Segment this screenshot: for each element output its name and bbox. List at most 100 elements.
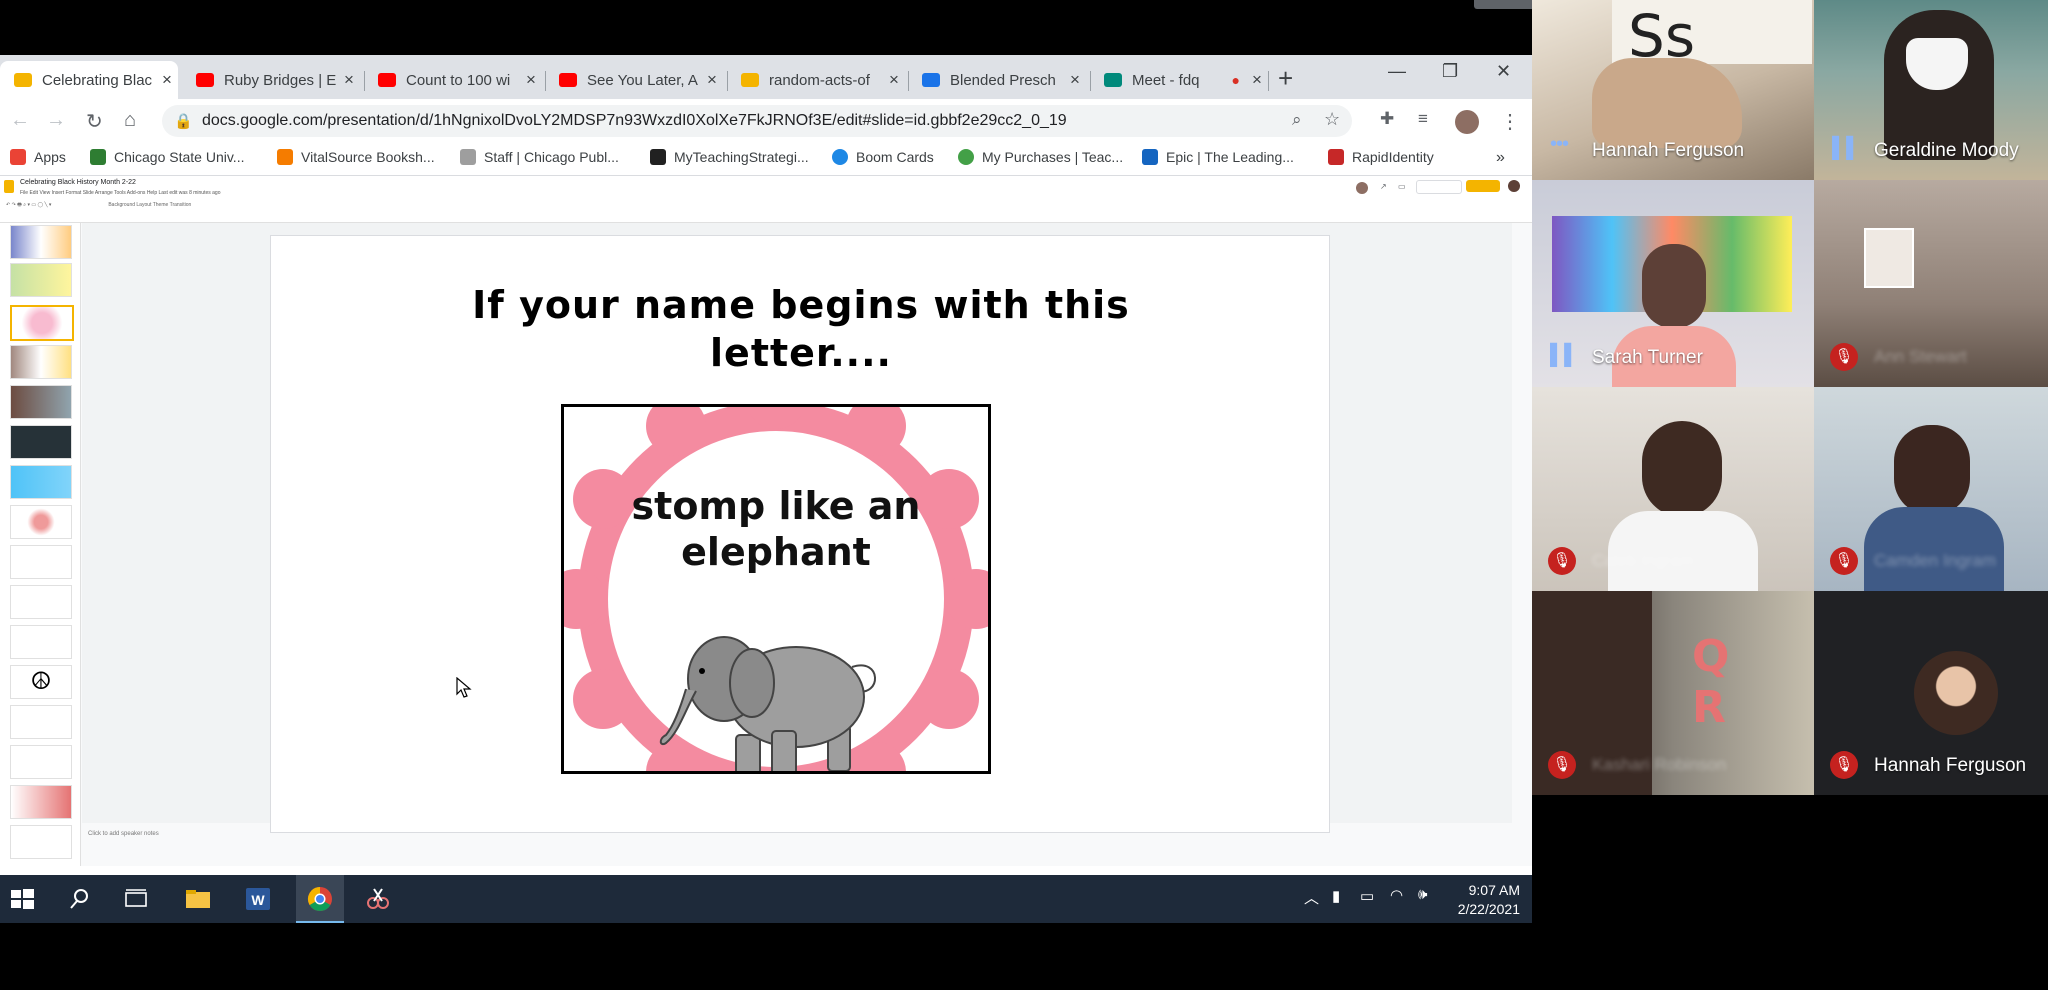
- reload-icon[interactable]: ↻: [86, 109, 103, 134]
- bookmark-rapididentity[interactable]: RapidIdentity: [1328, 149, 1434, 165]
- share-button[interactable]: [1466, 180, 1500, 192]
- wifi-icon[interactable]: ◠: [1390, 886, 1403, 904]
- more-bookmarks-button[interactable]: »: [1496, 149, 1505, 167]
- person-head: [1642, 244, 1706, 328]
- file-explorer-icon[interactable]: [184, 885, 212, 913]
- tab-blended-preschool[interactable]: Blended Presch ×: [908, 61, 1086, 99]
- slide-thumbnail[interactable]: [10, 263, 72, 297]
- rapididentity-icon: [1328, 149, 1344, 165]
- slides-logo-icon: [4, 180, 14, 193]
- document-title[interactable]: Celebrating Black History Month 2-22: [20, 179, 136, 186]
- speaker-notes[interactable]: Click to add speaker notes: [88, 831, 159, 837]
- bookmark-myteaching[interactable]: MyTeachingStrategi...: [650, 149, 809, 165]
- user-avatar[interactable]: [1508, 180, 1520, 192]
- tab-meet[interactable]: Meet - fdq ● ×: [1090, 61, 1268, 99]
- participant-tile-5[interactable]: 🎙 Caleb Ingram: [1532, 387, 1814, 591]
- slide-thumbnail[interactable]: ☮: [10, 665, 72, 699]
- slide-thumbnail[interactable]: [10, 465, 72, 499]
- forward-icon[interactable]: →: [46, 109, 66, 132]
- editing-toolbar[interactable]: ↶ ↷ 🖶 ⌕ ▾ ▭ ◯ ╲ ▾ Background Layout Them…: [6, 202, 191, 210]
- profile-avatar[interactable]: [1455, 110, 1479, 134]
- slide-thumbnail[interactable]: [10, 345, 72, 379]
- bookmark-epic[interactable]: Epic | The Leading...: [1142, 149, 1294, 165]
- clock-time: 9:07 AM: [1468, 882, 1520, 898]
- restore-icon[interactable]: ❐: [1442, 61, 1458, 82]
- windows-taskbar: W ︿ ▮ ▭ ◠ 🕪 9:07 AM 2/22/2021: [0, 875, 1532, 923]
- slide-thumbnail-selected[interactable]: [10, 305, 74, 341]
- home-icon[interactable]: ⌂: [124, 109, 136, 132]
- participant-name: Hannah Ferguson: [1592, 140, 1745, 161]
- slide-headline[interactable]: If your name begins with this letter....: [471, 281, 1131, 377]
- participant-name: Ann Stewart: [1874, 347, 1967, 366]
- close-window-icon[interactable]: ✕: [1496, 61, 1511, 82]
- zoom-icon[interactable]: ⌕: [1292, 110, 1302, 130]
- close-tab-icon[interactable]: ×: [520, 70, 542, 90]
- volume-icon[interactable]: 🕪: [1418, 886, 1427, 903]
- participant-tile-hannah-ferguson[interactable]: Ss ••• Hannah Ferguson: [1532, 0, 1814, 180]
- bookmark-star-icon[interactable]: ☆: [1324, 109, 1340, 130]
- tab-title: Ruby Bridges | E: [224, 71, 337, 89]
- participant-tile-sarah-turner[interactable]: ▌▌ Sarah Turner: [1532, 180, 1814, 387]
- activity-icon[interactable]: ↗: [1380, 182, 1387, 191]
- menu-bar[interactable]: File Edit View Insert Format Slide Arran…: [20, 190, 220, 196]
- tab-random-acts[interactable]: random-acts-of ×: [727, 61, 905, 99]
- snipping-tool-icon[interactable]: [364, 885, 392, 913]
- media-control-icon[interactable]: ≡: [1418, 109, 1428, 129]
- comments-icon[interactable]: ▭: [1398, 182, 1406, 191]
- search-icon[interactable]: [66, 885, 94, 913]
- close-tab-icon[interactable]: ×: [1064, 70, 1086, 90]
- tab-ruby-bridges[interactable]: Ruby Bridges | E ×: [182, 61, 360, 99]
- bookmark-my-purchases[interactable]: My Purchases | Teac...: [958, 149, 1123, 165]
- slide-thumbnail[interactable]: [10, 705, 72, 739]
- activity-card[interactable]: stomp like an elephant: [561, 404, 991, 774]
- present-button[interactable]: [1416, 180, 1462, 194]
- close-tab-icon[interactable]: ×: [1246, 70, 1268, 90]
- participant-tile-hannah-ferguson-self[interactable]: 🎙 Hannah Ferguson: [1814, 591, 2048, 795]
- bookmark-boom-cards[interactable]: Boom Cards: [832, 149, 934, 165]
- slide-thumbnail[interactable]: [10, 785, 72, 819]
- word-icon[interactable]: W: [244, 885, 272, 913]
- slide-thumbnail[interactable]: [10, 505, 72, 539]
- apps-grid-icon: [10, 149, 26, 165]
- tpt-icon: [958, 149, 974, 165]
- slide-thumbnail[interactable]: [10, 385, 72, 419]
- participant-tile-6[interactable]: 🎙 Camden Ingram: [1814, 387, 2048, 591]
- bookmark-apps[interactable]: Apps: [10, 149, 66, 165]
- bookmark-chicago-state[interactable]: Chicago State Univ...: [90, 149, 244, 165]
- chrome-taskbar-active[interactable]: [296, 875, 344, 923]
- omnibox[interactable]: 🔒 docs.google.com/presentation/d/1hNgnix…: [162, 105, 1352, 137]
- show-hidden-icons[interactable]: ︿: [1304, 887, 1319, 908]
- close-tab-icon[interactable]: ×: [701, 70, 723, 90]
- slide-thumbnail[interactable]: [10, 585, 72, 619]
- slide-thumbnail[interactable]: [10, 545, 72, 579]
- bookmark-vitalsource[interactable]: VitalSource Booksh...: [277, 149, 435, 165]
- slides-icon: [741, 73, 759, 87]
- tab-count-to-100[interactable]: Count to 100 wi ×: [364, 61, 542, 99]
- slide-thumbnail[interactable]: [10, 225, 72, 259]
- battery-icon[interactable]: ▭: [1360, 887, 1374, 905]
- extensions-icon[interactable]: ✚: [1380, 109, 1394, 129]
- system-clock[interactable]: 9:07 AM 2/22/2021: [1440, 881, 1520, 919]
- bookmark-cps-staff[interactable]: Staff | Chicago Publ...: [460, 149, 619, 165]
- participant-tile-7[interactable]: Q R 🎙 Kashari Robinson: [1532, 591, 1814, 795]
- minimize-icon[interactable]: —: [1388, 61, 1406, 82]
- tab-see-you-later[interactable]: See You Later, A ×: [545, 61, 723, 99]
- participant-tile-geraldine-moody[interactable]: ▌▌ Geraldine Moody: [1814, 0, 2048, 180]
- current-slide[interactable]: If your name begins with this letter....: [270, 235, 1330, 833]
- slide-thumbnail[interactable]: [10, 825, 72, 859]
- close-tab-icon[interactable]: ×: [156, 70, 178, 90]
- new-tab-button[interactable]: +: [1278, 63, 1293, 94]
- slide-thumbnail[interactable]: [10, 425, 72, 459]
- close-tab-icon[interactable]: ×: [338, 70, 360, 90]
- more-menu-icon[interactable]: ⋮: [1500, 109, 1520, 134]
- close-tab-icon[interactable]: ×: [883, 70, 905, 90]
- tab-celebrating[interactable]: Celebrating Blac ×: [0, 61, 178, 99]
- slide-thumbnail[interactable]: [10, 745, 72, 779]
- windows-start-icon[interactable]: [8, 885, 36, 913]
- back-icon[interactable]: ←: [10, 109, 30, 132]
- participant-tile-4[interactable]: 🎙 Ann Stewart: [1814, 180, 2048, 387]
- usb-icon[interactable]: ▮: [1332, 887, 1340, 905]
- slide-thumbnail[interactable]: [10, 625, 72, 659]
- slides-icon: [14, 73, 32, 87]
- task-view-icon[interactable]: [122, 885, 150, 913]
